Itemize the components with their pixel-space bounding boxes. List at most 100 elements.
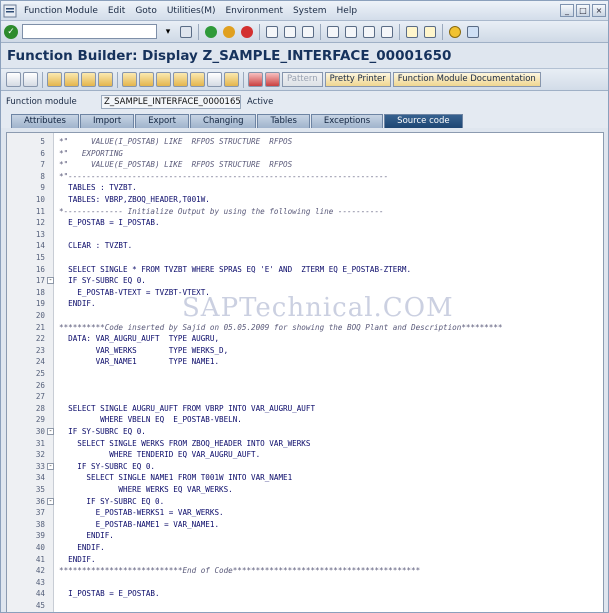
code-line[interactable]: 34 SELECT SINGLE NAME1 FROM T001W INTO V…	[7, 472, 603, 484]
activate-icon[interactable]	[98, 72, 113, 87]
display-change-icon[interactable]	[47, 72, 62, 87]
code-line[interactable]: 12 E_POSTAB = I_POSTAB.	[7, 217, 603, 229]
navigation-icon[interactable]	[190, 72, 205, 87]
info-icon[interactable]	[224, 72, 239, 87]
code-line[interactable]: 13	[7, 229, 603, 241]
code-line[interactable]: 24 VAR_NAME1 TYPE NAME1.	[7, 356, 603, 368]
code-line[interactable]: 26	[7, 380, 603, 392]
code-line[interactable]: 44 I_POSTAB = E_POSTAB.	[7, 588, 603, 600]
code-line[interactable]: 33- IF SY-SUBRC EQ 0.	[7, 461, 603, 473]
code-line[interactable]: 38 E_POSTAB-NAME1 = VAR_NAME1.	[7, 519, 603, 531]
code-line[interactable]: 40 ENDIF.	[7, 542, 603, 554]
menu-utilities[interactable]: Utilities(M)	[162, 6, 221, 16]
code-line[interactable]: 30- IF SY-SUBRC EQ 0.	[7, 426, 603, 438]
menu-system[interactable]: System	[288, 6, 332, 16]
tab-source-code[interactable]: Source code	[384, 114, 463, 128]
menu-function-module[interactable]: Function Module	[19, 6, 103, 16]
collapse-block-icon[interactable]: -	[47, 462, 54, 470]
prev-page-icon[interactable]	[343, 24, 359, 40]
enter-icon[interactable]: ✓	[4, 24, 18, 39]
print-icon[interactable]	[264, 24, 280, 40]
command-dropdown-icon[interactable]: ▾	[160, 24, 176, 40]
code-line[interactable]: 20	[7, 310, 603, 322]
code-line[interactable]: 7 *" VALUE(E_POSTAB) LIKE RFPOS STRUCTURE…	[7, 159, 603, 171]
code-line[interactable]: 22 DATA: VAR_AUGRU_AUFT TYPE AUGRU,	[7, 333, 603, 345]
save-icon[interactable]	[178, 24, 194, 40]
tab-export[interactable]: Export	[135, 114, 190, 128]
close-icon[interactable]: ×	[592, 4, 606, 17]
exit-icon[interactable]	[221, 24, 237, 40]
code-line[interactable]: 5 *" VALUE(I_POSTAB) LIKE RFPOS STRUCTURE…	[7, 136, 603, 148]
code-line[interactable]: 15	[7, 252, 603, 264]
last-page-icon[interactable]	[379, 24, 395, 40]
back-arrow-icon[interactable]	[6, 72, 21, 87]
code-line[interactable]: 27	[7, 391, 603, 403]
find-next-icon[interactable]	[300, 24, 316, 40]
pretty-printer-button[interactable]: Pretty Printer	[324, 72, 391, 87]
tab-tables[interactable]: Tables	[257, 114, 310, 128]
code-line[interactable]: 45	[7, 600, 603, 612]
code-line[interactable]: 28 SELECT SINGLE AUGRU_AUFT FROM VBRP IN…	[7, 403, 603, 415]
help-icon[interactable]	[447, 24, 463, 40]
set-breakpoint-icon[interactable]	[248, 72, 263, 87]
tab-attributes[interactable]: Attributes	[11, 114, 79, 128]
maximize-icon[interactable]: □	[576, 4, 590, 17]
code-line[interactable]: 35 WHERE WERKS EQ VAR_WERKS.	[7, 484, 603, 496]
code-line[interactable]: 18 E_POSTAB-VTEXT = TVZBT-VTEXT.	[7, 287, 603, 299]
code-line[interactable]: 25	[7, 368, 603, 380]
minimize-icon[interactable]: _	[560, 4, 574, 17]
object-list-icon[interactable]	[173, 72, 188, 87]
code-line[interactable]: 32 WHERE TENDERID EQ VAR_AUGRU_AUFT.	[7, 449, 603, 461]
code-line[interactable]: 6 *" EXPORTING	[7, 148, 603, 160]
code-line[interactable]: 43	[7, 577, 603, 589]
function-module-field[interactable]: Z_SAMPLE_INTERFACE_00001650	[101, 95, 241, 109]
code-line[interactable]: 17- IF SY-SUBRC EQ 0.	[7, 275, 603, 287]
code-line[interactable]: 41 ENDIF.	[7, 554, 603, 566]
code-line[interactable]: 23 VAR_WERKS TYPE WERKS_D,	[7, 345, 603, 357]
test-icon[interactable]	[122, 72, 137, 87]
collapse-block-icon[interactable]: -	[47, 497, 54, 505]
collapse-block-icon[interactable]: -	[47, 277, 54, 285]
menu-goto[interactable]: Goto	[130, 6, 162, 16]
check-icon[interactable]	[81, 72, 96, 87]
hierarchy-icon[interactable]	[156, 72, 171, 87]
sap-menu-icon[interactable]	[3, 4, 17, 18]
code-line[interactable]: 39 ENDIF.	[7, 530, 603, 542]
first-page-icon[interactable]	[325, 24, 341, 40]
tab-exceptions[interactable]: Exceptions	[310, 114, 384, 128]
other-object-icon[interactable]	[64, 72, 79, 87]
code-line[interactable]: 37 E_POSTAB-WERKS1 = VAR_WERKS.	[7, 507, 603, 519]
pattern-button[interactable]: Pattern	[282, 72, 323, 87]
menu-environment[interactable]: Environment	[221, 6, 288, 16]
code-line[interactable]: 36- IF SY-SUBRC EQ 0.	[7, 496, 603, 508]
delete-breakpoint-icon[interactable]	[265, 72, 280, 87]
code-line[interactable]: 31 SELECT SINGLE WERKS FROM ZBOQ_HEADER …	[7, 438, 603, 450]
next-page-icon[interactable]	[361, 24, 377, 40]
new-session-icon[interactable]	[404, 24, 420, 40]
code-line[interactable]: 9 TABLES : TVZBT.	[7, 182, 603, 194]
code-line[interactable]: 29 WHERE VBELN EQ E_POSTAB-VBELN.	[7, 414, 603, 426]
code-line[interactable]: 19 ENDIF.	[7, 298, 603, 310]
find-icon[interactable]	[282, 24, 298, 40]
layout-icon[interactable]	[465, 24, 481, 40]
menu-edit[interactable]: Edit	[103, 6, 130, 16]
code-line[interactable]: 11 *------------- Initialize Output by us…	[7, 206, 603, 218]
collapse-block-icon[interactable]: -	[47, 428, 54, 435]
code-line[interactable]: 14 CLEAR : TVZBT.	[7, 240, 603, 252]
source-code-editor[interactable]: SAPTechnical.COM 5 *" VALUE(I_POSTAB) LIK…	[6, 132, 604, 612]
cancel-icon[interactable]	[239, 24, 255, 40]
code-line[interactable]: 42 ***************************End of Code…	[7, 565, 603, 577]
code-line[interactable]: 8 *"-------------------------------------…	[7, 171, 603, 183]
code-line[interactable]: 21 **********Code inserted by Sajid on 05…	[7, 322, 603, 334]
code-line[interactable]: 16 SELECT SINGLE * FROM TVZBT WHERE SPRA…	[7, 264, 603, 276]
where-used-icon[interactable]	[139, 72, 154, 87]
forward-arrow-icon[interactable]	[23, 72, 38, 87]
documentation-button[interactable]: Function Module Documentation	[392, 72, 541, 87]
menu-help[interactable]: Help	[332, 6, 363, 16]
back-icon[interactable]	[203, 24, 219, 40]
shortcut-icon[interactable]	[422, 24, 438, 40]
tab-import[interactable]: Import	[79, 114, 135, 128]
code-line[interactable]: 10 TABLES: VBRP,ZBOQ_HEADER,T001W.	[7, 194, 603, 206]
breakpoint-icon[interactable]	[207, 72, 222, 87]
command-field[interactable]	[22, 24, 157, 39]
